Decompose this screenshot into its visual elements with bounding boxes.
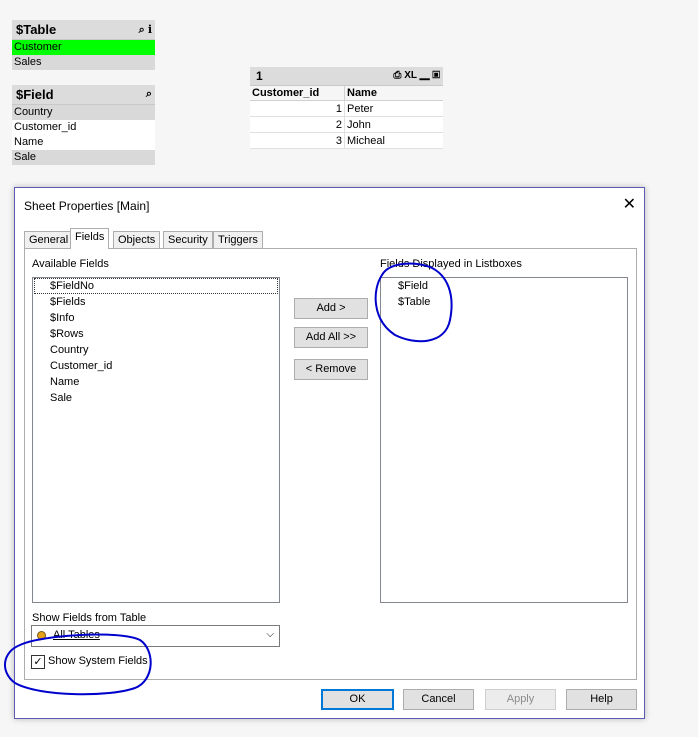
sheet-properties-dialog: Sheet Properties [Main] ✕ General Fields… [14,187,645,719]
tab-fields[interactable]: Fields [70,228,110,249]
help-button[interactable]: Help [566,689,637,710]
list-item[interactable]: Sale [33,390,279,406]
cancel-button[interactable]: Cancel [403,689,474,710]
table-row: 1 Peter [250,100,443,117]
table-cell[interactable]: 1 [250,100,345,117]
table-box-header: 1 ⎙ XL ▁ ▣ [250,67,443,86]
search-icon[interactable]: ⌕ [139,24,145,36]
list-item[interactable]: $Field [381,278,627,294]
tab-objects[interactable]: Objects [113,231,161,248]
add-button[interactable]: Add > [294,298,368,319]
displayed-fields-list[interactable]: $Field $Table [380,277,628,603]
available-fields-list[interactable]: $FieldNo $Fields $Info $Rows Country Cus… [32,277,280,603]
table-row: 2 John [250,116,443,133]
remove-button[interactable]: < Remove [294,359,368,380]
table-select-value: All Tables [53,629,100,641]
list-item[interactable]: Country [12,105,155,120]
table-cell[interactable]: John [344,116,443,133]
list-item[interactable]: $FieldNo [34,278,278,294]
list-item[interactable]: Country [33,342,279,358]
table-cell[interactable]: Micheal [344,132,443,149]
list-item[interactable]: $Fields [33,294,279,310]
table-row: 3 Micheal [250,132,443,149]
table-cell[interactable]: 2 [250,116,345,133]
show-system-fields-checkbox[interactable]: ✓ [31,655,45,669]
field-listbox: $Field ⌕ Country Customer_id Name Sale [12,85,155,165]
apply-button[interactable]: Apply [485,689,556,710]
close-icon[interactable]: ✕ [623,194,636,214]
list-item[interactable]: Customer_id [33,358,279,374]
list-item[interactable]: Name [33,374,279,390]
search-icon[interactable]: ⌕ [146,88,152,100]
list-item[interactable]: Sale [12,150,155,165]
field-listbox-title: $Field [16,87,54,102]
column-header[interactable]: Name [344,86,443,101]
data-table: Customer_id Name 1 Peter 2 John 3 Michea… [250,86,443,149]
table-select[interactable]: All Tables ⌵ [31,625,280,647]
maximize-icon[interactable]: ▣ [432,70,440,81]
table-listbox-header: $Table ⌕ i [12,20,155,40]
table-cell[interactable]: Peter [344,100,443,117]
excel-export-icon[interactable]: XL [404,70,417,81]
list-item[interactable]: $Rows [33,326,279,342]
table-dot-icon [37,631,46,640]
table-listbox: $Table ⌕ i Customer Sales [12,20,155,70]
list-item[interactable]: Name [12,135,155,150]
print-icon[interactable]: ⎙ [393,70,401,81]
tab-triggers[interactable]: Triggers [213,231,263,248]
list-item[interactable]: Customer [12,40,155,55]
ok-button[interactable]: OK [321,689,394,710]
tab-general[interactable]: General [24,231,74,248]
table-box-title: 1 [256,69,263,83]
chevron-down-icon[interactable]: ⌵ [266,629,274,640]
tab-security[interactable]: Security [163,231,213,248]
displayed-fields-label: Fields Displayed in Listboxes [380,258,522,270]
add-all-button[interactable]: Add All >> [294,327,368,348]
available-fields-label: Available Fields [32,258,109,270]
info-icon[interactable]: i [148,23,152,36]
table-cell[interactable]: 3 [250,132,345,149]
table-listbox-title: $Table [16,22,57,37]
list-item[interactable]: $Table [381,294,627,310]
minimize-icon[interactable]: ▁ [420,70,430,81]
show-fields-from-table-label: Show Fields from Table [32,612,147,624]
field-listbox-header: $Field ⌕ [12,85,155,105]
fields-tab-panel: Available Fields $FieldNo $Fields $Info … [24,248,637,680]
column-header[interactable]: Customer_id [250,86,345,101]
dialog-title: Sheet Properties [Main] [24,199,150,213]
table-box: 1 ⎙ XL ▁ ▣ Customer_id Name 1 Peter 2 Jo… [250,67,443,149]
show-system-fields-label[interactable]: Show System Fields [48,655,148,667]
list-item[interactable]: Customer_id [12,120,155,135]
list-item[interactable]: Sales [12,55,155,70]
list-item[interactable]: $Info [33,310,279,326]
